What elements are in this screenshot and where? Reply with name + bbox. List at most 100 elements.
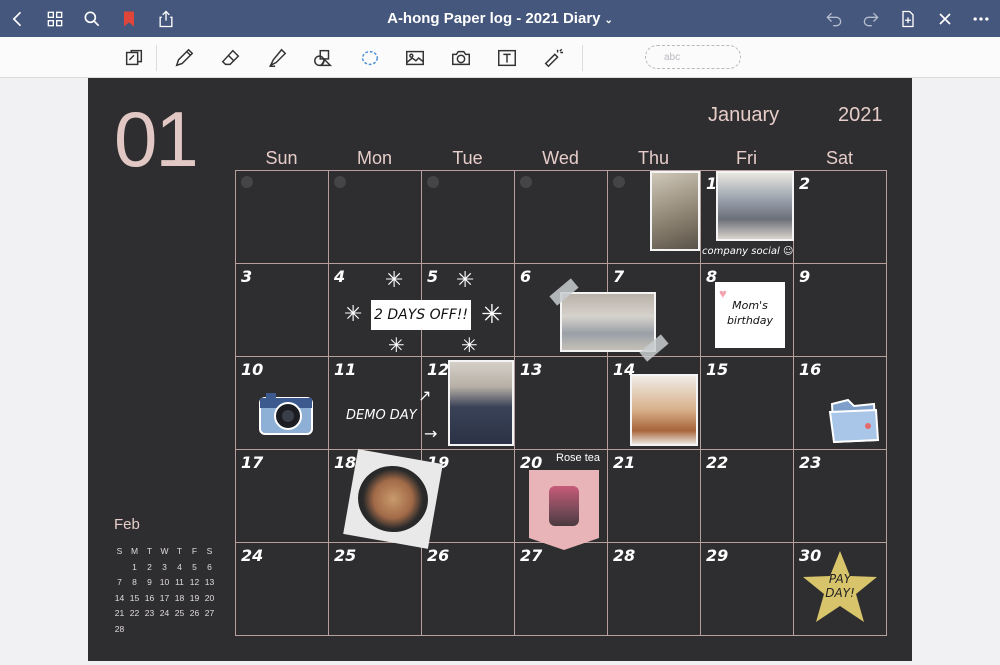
mini-day: 16 — [144, 592, 155, 603]
mini-day: 27 — [204, 608, 215, 618]
calendar-day-cell[interactable]: 15 — [701, 357, 794, 450]
calendar-day-cell[interactable]: 11 — [329, 357, 422, 450]
weekday-label: Sun — [265, 148, 298, 168]
mini-weekday-label: W — [160, 546, 169, 556]
month-number: 01 — [114, 95, 199, 183]
plate-photo-sticker[interactable] — [343, 449, 443, 549]
day-number: 20 — [520, 453, 543, 472]
add-page-icon[interactable] — [896, 7, 920, 31]
redo-icon[interactable] — [859, 7, 883, 31]
calendar-day-cell[interactable]: 26 — [422, 543, 515, 636]
calendar-day-cell[interactable]: 24 — [236, 543, 329, 636]
day-number: 29 — [706, 546, 729, 565]
calendar-day-cell[interactable] — [515, 171, 608, 264]
folder-sticker-icon[interactable] — [826, 396, 880, 446]
text-tool-icon[interactable] — [495, 46, 519, 70]
calendar-day-cell[interactable]: 22 — [701, 450, 794, 543]
calendar-day-cell[interactable]: 25 — [329, 543, 422, 636]
day-number: 23 — [799, 453, 822, 472]
weekday-label: Sat — [825, 148, 854, 168]
day-number: 3 — [241, 267, 253, 286]
document-title[interactable]: A-hong Paper log - 2021 Diary ⌄ — [0, 10, 1000, 27]
mini-day: 17 — [159, 592, 170, 603]
text-style-pill[interactable]: abc — [645, 45, 741, 69]
mini-day: 18 — [174, 592, 185, 603]
star-doodle-icon: ✳ — [456, 268, 475, 293]
calendar-day-cell[interactable] — [329, 171, 422, 264]
rose-tea-sticker[interactable] — [529, 470, 599, 550]
photo-sticker[interactable] — [560, 292, 656, 352]
photo-sticker[interactable] — [448, 360, 514, 446]
demo-day-note: DEMO DAY — [346, 408, 417, 423]
day-number: 4 — [334, 267, 346, 286]
star-doodle-icon: ✳ — [385, 268, 404, 293]
month-name: January — [708, 104, 780, 126]
mini-day: 10 — [159, 577, 170, 587]
mini-day: 13 — [204, 577, 215, 587]
mini-day: 3 — [162, 561, 167, 572]
weekday-label: Thu — [637, 148, 670, 168]
laser-pointer-icon[interactable] — [541, 46, 565, 70]
eraser-tool-icon[interactable] — [219, 46, 243, 70]
mini-weekday-label: S — [116, 546, 123, 556]
day-number: 10 — [241, 360, 264, 379]
mini-day: 2 — [147, 561, 152, 572]
mini-day — [112, 562, 127, 578]
mini-day: 15 — [129, 592, 140, 603]
document-title-text: A-hong Paper log - 2021 Diary — [387, 10, 601, 27]
shape-tool-icon[interactable] — [311, 46, 335, 70]
pen-tool-icon[interactable] — [172, 46, 196, 70]
calendar-day-cell[interactable]: 3 — [236, 264, 329, 357]
close-icon[interactable] — [933, 7, 957, 31]
calendar-day-cell[interactable] — [236, 171, 329, 264]
calendar-day-cell[interactable]: 9 — [794, 264, 887, 357]
arrow-icon: ↗ — [418, 386, 432, 405]
mini-day: 14 — [114, 592, 125, 603]
day-number: 9 — [799, 267, 811, 286]
notebook-page[interactable]: 01 January 2021 Sun Mon Tue Wed Thu Fri … — [88, 78, 912, 661]
camera-tool-icon[interactable] — [449, 46, 473, 70]
year-label: 2021 — [838, 104, 883, 126]
photo-sticker[interactable] — [630, 374, 698, 446]
mini-day: 21 — [114, 608, 125, 618]
day-number: 28 — [613, 546, 636, 565]
mini-calendar-grid: S M T W T F S 1 2 3 4 5 6 7 8 9 10 11 12 13 14 15 16 17 18 19 20 21… — [112, 546, 217, 639]
photo-sticker[interactable] — [650, 171, 700, 251]
plate-food — [352, 460, 434, 538]
calendar-day-cell[interactable]: 23 — [794, 450, 887, 543]
days-off-sticker[interactable]: 2 DAYS OFF!! — [371, 300, 471, 330]
calendar-day-cell[interactable]: 21 — [608, 450, 701, 543]
calendar-day-cell[interactable]: 27 — [515, 543, 608, 636]
weekday-label: Fri — [736, 148, 757, 168]
mini-day: 5 — [192, 561, 197, 572]
camera-sticker-icon[interactable] — [258, 388, 314, 436]
calendar-day-cell[interactable]: 13 — [515, 357, 608, 450]
photo-sticker[interactable] — [716, 171, 794, 241]
mini-weekday-label: S — [206, 546, 213, 556]
empty-day-dot — [613, 176, 625, 188]
mini-calendar-month: Feb — [114, 516, 140, 533]
mini-day: 26 — [189, 608, 200, 618]
empty-day-dot — [334, 176, 346, 188]
company-social-note: company social ☺ — [702, 246, 794, 257]
day-number: 15 — [706, 360, 729, 379]
more-options-icon[interactable] — [969, 7, 993, 31]
calendar-day-cell[interactable]: 2 — [794, 171, 887, 264]
highlighter-tool-icon[interactable] — [265, 46, 289, 70]
mini-weekday-label: T — [176, 546, 183, 556]
star-doodle-icon: ✳ — [388, 333, 405, 357]
pay-day-star-sticker[interactable]: PAY DAY! — [800, 548, 880, 628]
weekday-label: Mon — [356, 148, 392, 168]
calendar-day-cell[interactable] — [422, 171, 515, 264]
calendar-day-cell[interactable]: 17 — [236, 450, 329, 543]
star-doodle-icon: ✳ — [481, 300, 503, 330]
image-tool-icon[interactable] — [403, 46, 427, 70]
mini-day: 20 — [204, 592, 215, 603]
calendar-day-cell[interactable]: 28 — [608, 543, 701, 636]
mini-day: 24 — [159, 608, 170, 618]
read-only-mode-icon[interactable] — [122, 46, 146, 70]
day-number: 27 — [520, 546, 543, 565]
undo-icon[interactable] — [822, 7, 846, 31]
calendar-day-cell[interactable]: 29 — [701, 543, 794, 636]
lasso-tool-icon[interactable] — [357, 46, 381, 70]
